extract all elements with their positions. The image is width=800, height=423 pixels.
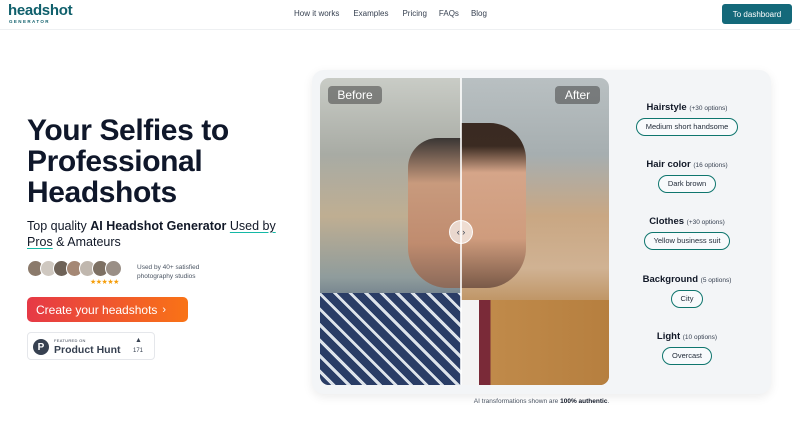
footnote-prefix: AI transformations shown are	[473, 398, 561, 405]
product-hunt-icon: P	[33, 339, 49, 355]
after-suit	[461, 300, 609, 385]
option-title: Hair color	[646, 159, 691, 170]
subtitle-prefix: Top quality	[27, 219, 91, 233]
hero-title-line: Professional	[27, 145, 203, 178]
comparison-slider-handle[interactable]: ‹ ›	[449, 220, 473, 244]
avatar	[105, 260, 122, 277]
logo[interactable]: headshot GENERATOR	[8, 2, 73, 25]
footnote-suffix: .	[607, 398, 610, 405]
create-headshots-button[interactable]: Create your headshots ›	[27, 297, 188, 322]
logo-subtext: GENERATOR	[9, 19, 50, 24]
option-count: (10 options)	[682, 334, 718, 341]
footnote-bold: 100% authentic	[560, 398, 608, 405]
option-label: Clothes (+30 options)	[612, 216, 762, 229]
social-proof-text: Used by 40+ satisfied photography studio…	[137, 264, 200, 280]
chevron-right-icon: ›	[162, 303, 167, 316]
hero-title: Your Selfies to Professional Headshots	[27, 115, 287, 208]
subtitle-link-used-by[interactable]: Used by	[230, 219, 276, 233]
option-value-pill[interactable]: Overcast	[661, 347, 712, 365]
option-label: Light (10 options)	[612, 331, 762, 344]
subtitle-bold: AI Headshot Generator	[90, 219, 227, 233]
option-value-pill[interactable]: Yellow business suit	[643, 232, 731, 250]
option-title: Clothes	[649, 216, 685, 227]
option-value-pill[interactable]: City	[670, 290, 704, 308]
after-face	[461, 123, 526, 288]
option-value-pill[interactable]: Medium short handsome	[635, 118, 739, 136]
option-background: Background (5 options) City	[612, 274, 762, 308]
upvote-count: 171	[133, 348, 144, 354]
hero-subtitle: Top quality AI Headshot Generator Used b…	[27, 218, 297, 250]
before-label: Before	[328, 86, 382, 104]
nav-link-faqs[interactable]: FAQs	[439, 9, 459, 19]
subtitle-link-pros[interactable]: Pros	[27, 235, 53, 249]
product-hunt-name: Product Hunt	[54, 344, 121, 356]
cta-label: Create your headshots	[36, 302, 158, 317]
avatar-group	[27, 260, 122, 278]
top-navigation: headshot GENERATOR How it works Examples…	[0, 0, 800, 30]
option-title: Hairstyle	[646, 102, 687, 113]
nav-link-how-it-works[interactable]: How it works	[294, 9, 339, 19]
option-light: Light (10 options) Overcast	[612, 331, 762, 365]
option-hair-color: Hair color (16 options) Dark brown	[612, 159, 762, 193]
option-hairstyle: Hairstyle (+30 options) Medium short han…	[612, 102, 762, 136]
option-title: Background	[642, 274, 699, 285]
option-value-pill[interactable]: Dark brown	[657, 175, 717, 193]
after-label: After	[555, 86, 600, 104]
option-count: (16 options)	[693, 162, 728, 169]
nav-links: How it works Examples Pricing FAQs Blog	[294, 9, 503, 19]
hero-title-line: Your Selfies to	[27, 114, 229, 147]
option-label: Hair color (16 options)	[612, 159, 762, 172]
nav-link-examples[interactable]: Examples	[353, 9, 388, 19]
hero-title-line: Headshots	[27, 176, 177, 209]
authenticity-footnote: AI transformations shown are 100% authen…	[312, 398, 771, 405]
dashboard-button[interactable]: To dashboard	[722, 4, 792, 24]
product-hunt-featured: FEATURED ON	[54, 338, 86, 343]
option-count: (5 options)	[700, 277, 732, 284]
option-clothes: Clothes (+30 options) Yellow business su…	[612, 216, 762, 250]
option-title: Light	[656, 331, 681, 342]
before-face	[408, 138, 468, 288]
nav-link-blog[interactable]: Blog	[471, 9, 487, 19]
option-label: Hairstyle (+30 options)	[612, 102, 762, 115]
option-label: Background (5 options)	[612, 274, 762, 287]
product-hunt-badge[interactable]: P FEATURED ON Product Hunt ▲ 171	[27, 332, 155, 360]
logo-text: headshot	[8, 2, 73, 19]
option-count: (+30 options)	[689, 105, 728, 112]
rating-stars: ★★★★★	[90, 279, 119, 286]
upvote-icon: ▲	[135, 337, 142, 344]
subtitle-suffix: & Amateurs	[52, 235, 121, 249]
nav-link-pricing[interactable]: Pricing	[402, 9, 426, 19]
option-count: (+30 options)	[686, 219, 725, 226]
before-shirt	[320, 293, 461, 385]
